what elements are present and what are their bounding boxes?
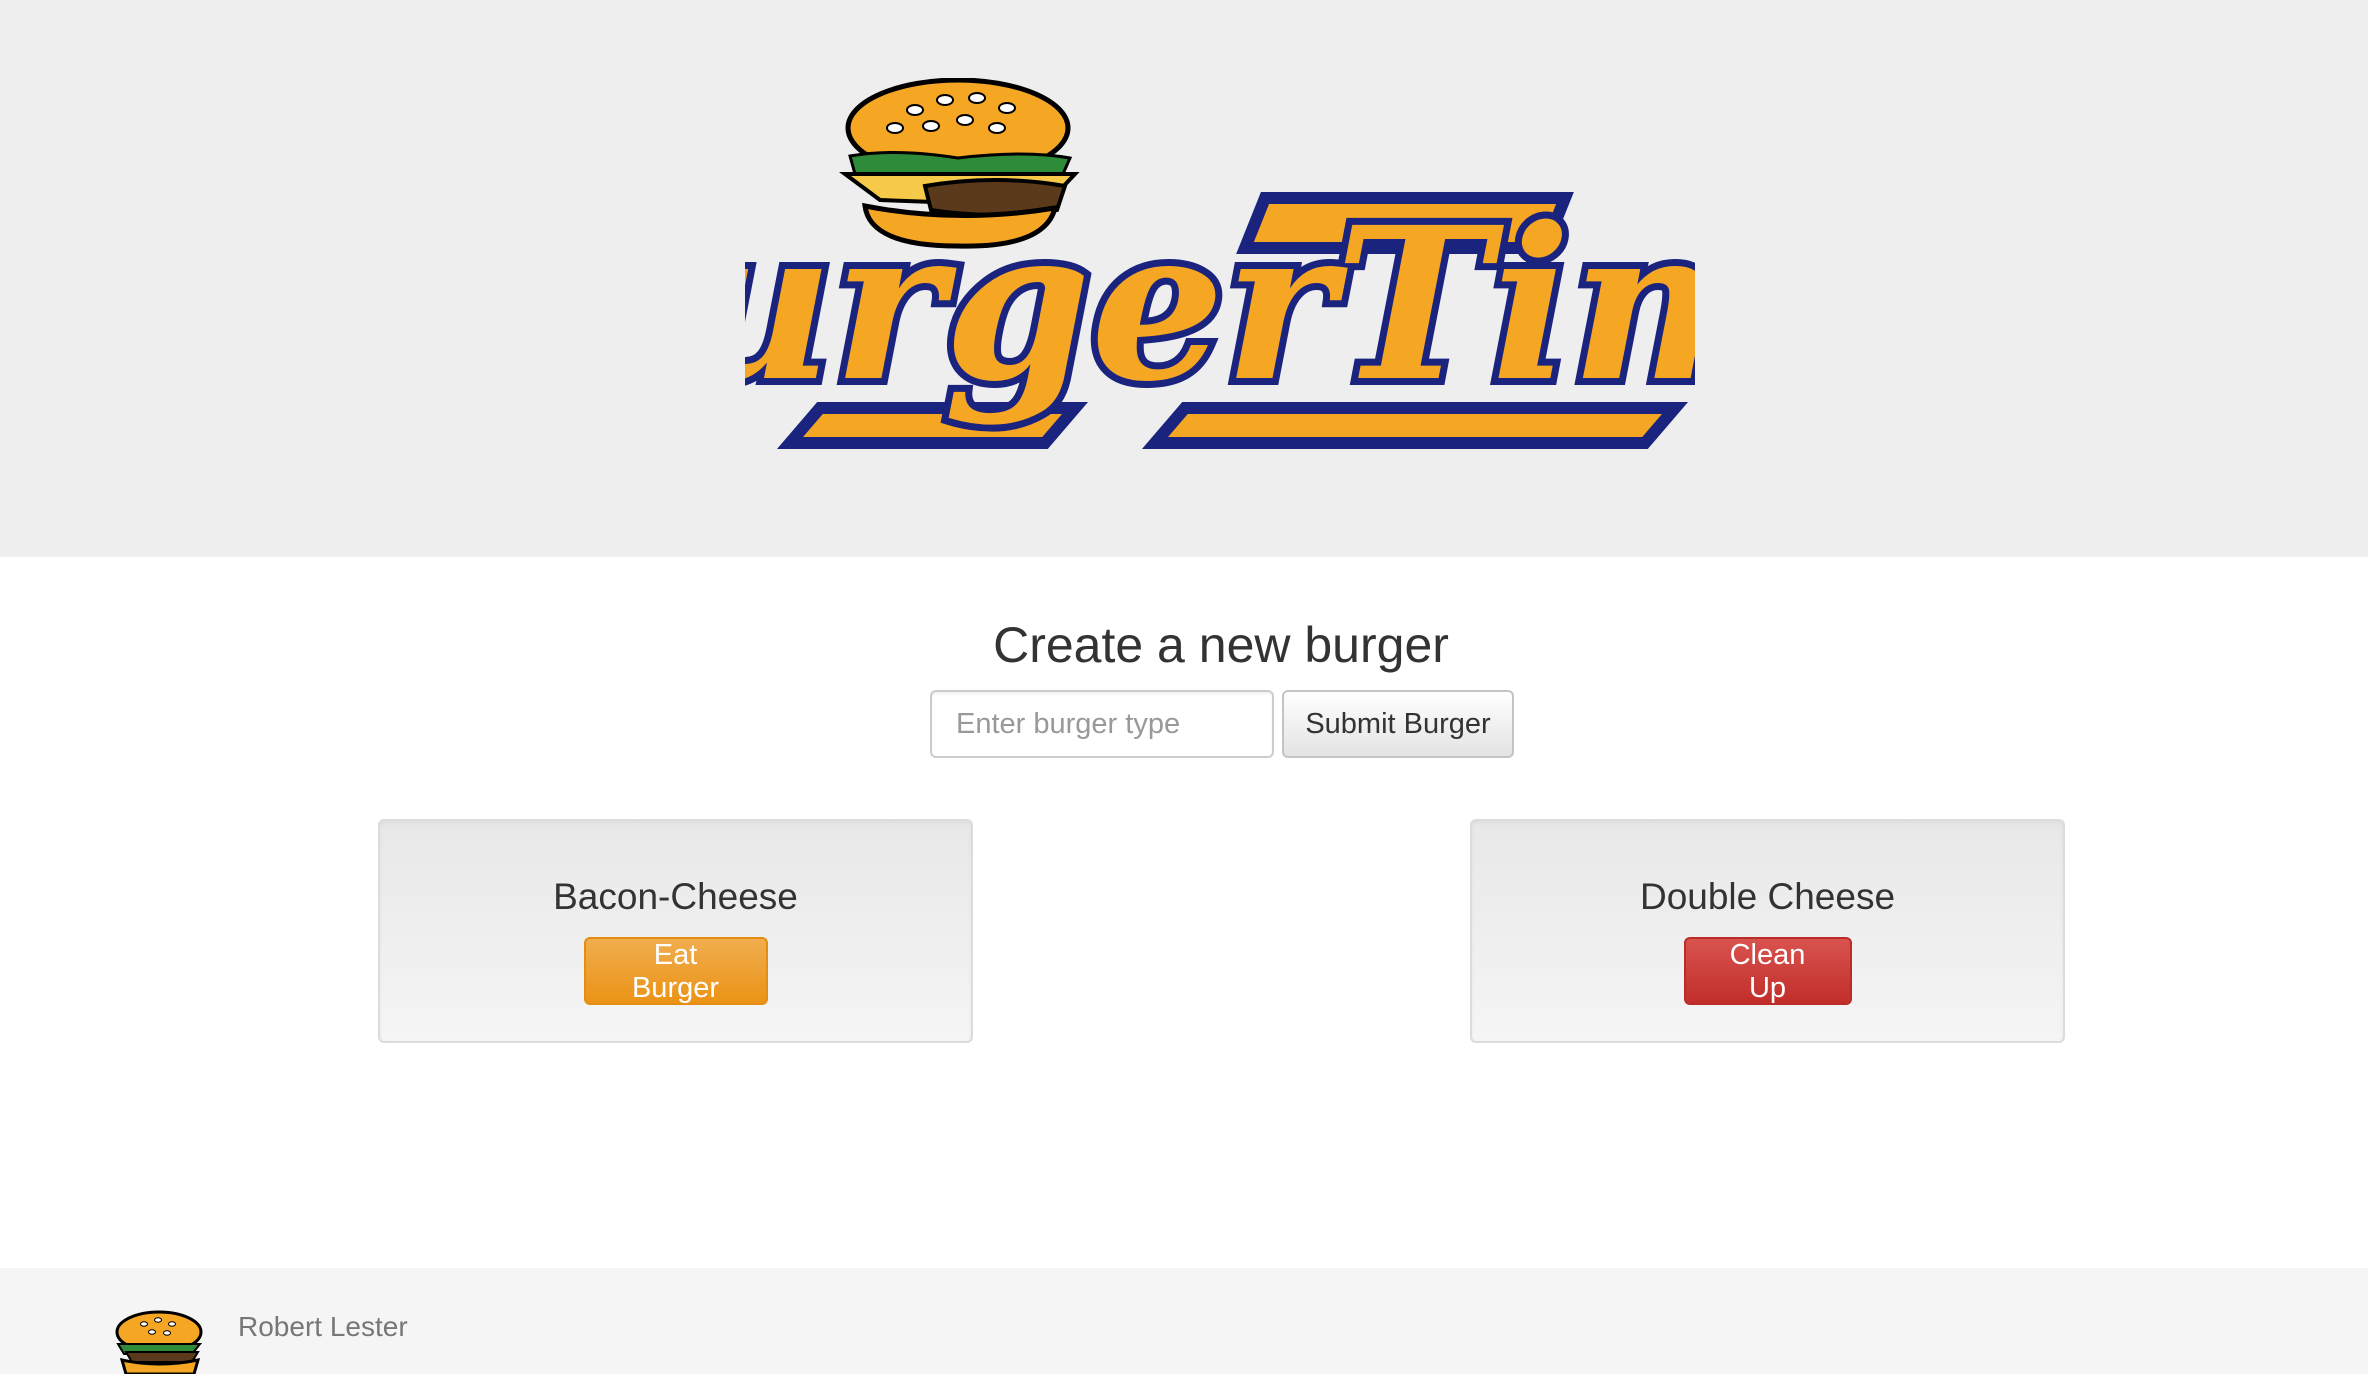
burger-type-input[interactable] — [930, 690, 1274, 758]
burger-name: Double Cheese — [1639, 876, 1896, 917]
submit-burger-button[interactable]: Submit Burger — [1282, 690, 1514, 758]
svg-text:BurgerTime: BurgerTime — [745, 181, 1695, 428]
devoured-burger-card: Double Cheese Clean Up — [1470, 819, 2065, 1043]
burger-icon — [115, 1310, 203, 1374]
author-name: Robert Lester — [238, 1311, 408, 1342]
header-jumbotron: BurgerTime — [0, 0, 2368, 557]
burger-name: Bacon-Cheese — [553, 876, 798, 917]
available-burger-card: Bacon-Cheese Eat Burger — [378, 819, 973, 1043]
create-burger-title: Create a new burger — [993, 617, 1449, 673]
burgertime-logo: BurgerTime — [745, 78, 1695, 449]
burger-form: Submit Burger — [930, 690, 1514, 758]
footer: Robert Lester — [0, 1268, 2368, 1374]
eat-burger-button[interactable]: Eat Burger — [583, 937, 768, 1005]
clean-up-button[interactable]: Clean Up — [1683, 937, 1852, 1005]
